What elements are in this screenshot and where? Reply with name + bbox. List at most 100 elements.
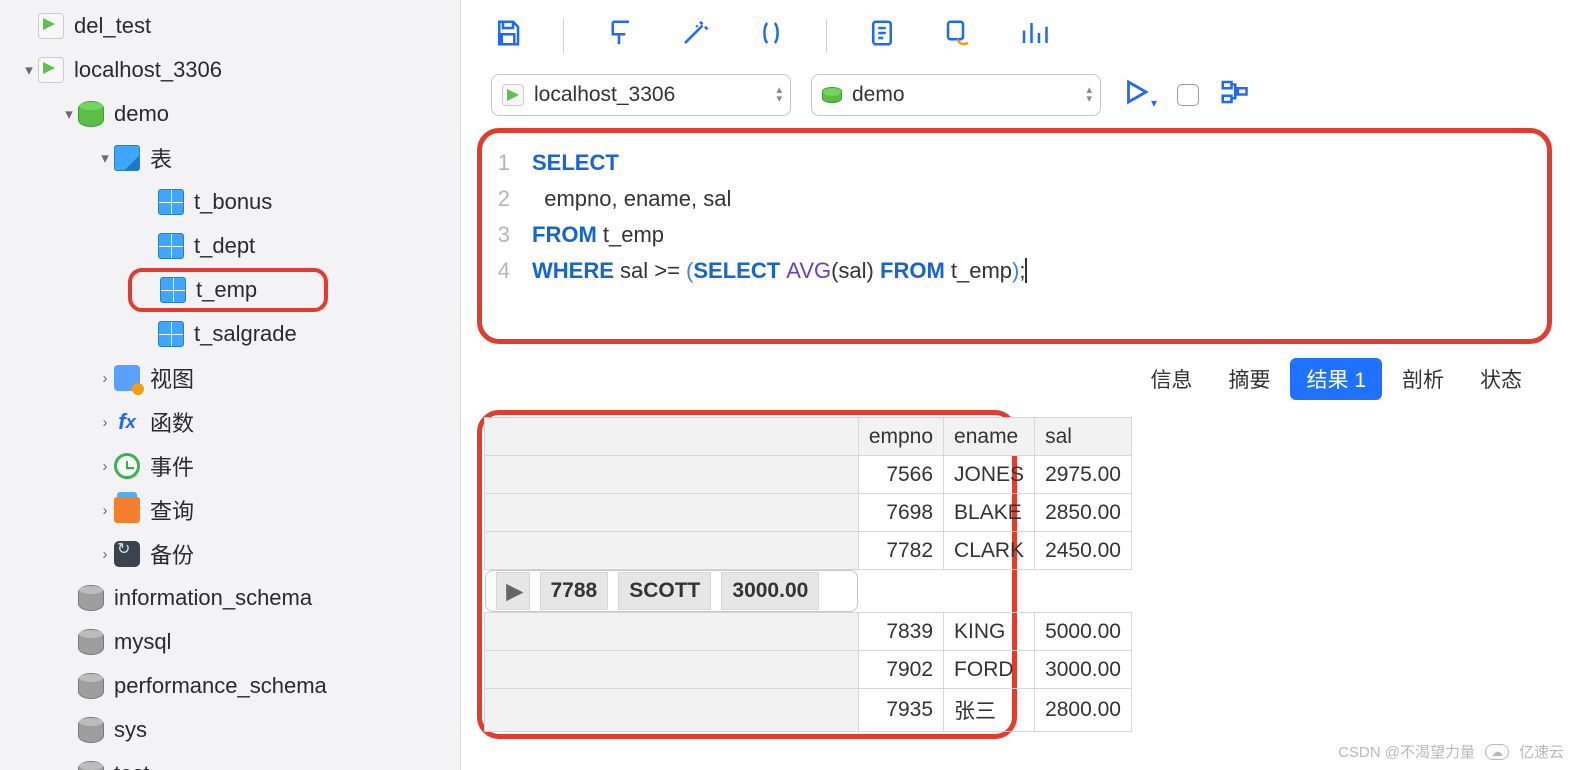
tree-item-events[interactable]: › 事件 [0,444,460,488]
tree-item-t_emp[interactable]: t_emp [128,268,328,312]
label: 查询 [150,494,194,526]
tree-item-views[interactable]: › 视图 [0,356,460,400]
table-icon [158,233,184,259]
label: test [114,761,149,770]
cell-sal[interactable]: 2975.00 [1035,456,1132,494]
main-panel: localhost_3306 ▴▾ demo ▴▾ ▾ 1SELECT 2 em… [460,0,1578,770]
tree-item-performance_schema[interactable]: performance_schema [0,664,460,708]
cell-empno[interactable]: 7935 [858,689,943,732]
cell-ename[interactable]: SCOTT [618,572,711,610]
sidebar: del_test ▾ localhost_3306 ▾ demo ▾ 表 t_b… [0,0,460,770]
tree-item-sys[interactable]: sys [0,708,460,752]
col-ename[interactable]: ename [944,418,1035,456]
result-grid: empno ename sal 7566JONES2975.007698BLAK… [477,410,1017,739]
cell-sal[interactable]: 5000.00 [1035,613,1132,651]
context-selectors: localhost_3306 ▴▾ demo ▴▾ ▾ [461,74,1578,122]
cell-empno[interactable]: 7698 [858,494,943,532]
cell-ename[interactable]: CLARK [944,532,1035,570]
table-row[interactable]: 7566JONES2975.00 [485,456,1132,494]
label: sys [114,717,147,743]
tab-profile[interactable]: 剖析 [1386,358,1460,400]
chevron-right-icon: › [96,458,114,475]
tree-item-del-test[interactable]: del_test [0,4,460,48]
format-icon[interactable] [604,18,634,54]
query-icon [114,497,140,523]
row-marker [485,494,859,532]
table-row[interactable]: 7935张三2800.00 [485,689,1132,732]
cell-ename[interactable]: BLAKE [944,494,1035,532]
tab-info[interactable]: 信息 [1134,358,1208,400]
tables-icon [114,145,140,171]
tree-item-t_bonus[interactable]: t_bonus [0,180,460,224]
separator [563,19,564,53]
col-sal[interactable]: sal [1035,418,1132,456]
label: del_test [74,13,151,39]
cell-empno[interactable]: 7782 [858,532,943,570]
table-icon [158,189,184,215]
run-button[interactable]: ▾ [1121,77,1157,113]
cell-empno[interactable]: 7902 [858,651,943,689]
tree-item-database[interactable]: ▾ demo [0,92,460,136]
cell-sal[interactable]: 2850.00 [1035,494,1132,532]
tree-item-queries[interactable]: › 查询 [0,488,460,532]
table-row[interactable]: 7839KING5000.00 [485,613,1132,651]
connection-icon [502,84,524,106]
header-row: empno ename sal [485,418,1132,456]
tree-item-connection[interactable]: ▾ localhost_3306 [0,48,460,92]
table-row[interactable]: 7698BLAKE2850.00 [485,494,1132,532]
label: t_dept [194,233,255,259]
magic-icon[interactable] [680,18,710,54]
tree-item-test[interactable]: test [0,752,460,770]
tree-item-tables[interactable]: ▾ 表 [0,136,460,180]
cell-sal[interactable]: 2450.00 [1035,532,1132,570]
database-selector[interactable]: demo ▴▾ [811,74,1101,116]
cell-sal[interactable]: 3000.00 [721,572,819,610]
chevron-right-icon: › [96,546,114,563]
table-row[interactable]: 7782CLARK2450.00 [485,532,1132,570]
export-icon[interactable] [943,18,973,54]
cell-ename[interactable]: JONES [944,456,1035,494]
col-empno[interactable]: empno [858,418,943,456]
database-icon [78,673,104,699]
row-marker [485,651,859,689]
cell-ename[interactable]: 张三 [944,689,1035,732]
label: 函数 [150,406,194,438]
cell-sal[interactable]: 3000.00 [1035,651,1132,689]
cell-sal[interactable]: 2800.00 [1035,689,1132,732]
copy-icon[interactable] [867,18,897,54]
cell-empno[interactable]: 7566 [858,456,943,494]
sql-editor[interactable]: 1SELECT 2 empno, ename, sal 3FROM t_emp … [477,128,1552,344]
save-icon[interactable] [493,18,523,54]
cell-ename[interactable]: FORD [944,651,1035,689]
connection-selector[interactable]: localhost_3306 ▴▾ [491,74,791,116]
parentheses-icon[interactable] [756,18,786,54]
tab-result[interactable]: 结果 1 [1290,358,1382,400]
cell-empno[interactable]: 7788 [540,572,609,610]
tab-status[interactable]: 状态 [1464,358,1538,400]
connection-icon [38,57,64,83]
label: t_bonus [194,189,272,215]
tree-item-mysql[interactable]: mysql [0,620,460,664]
tree-item-backups[interactable]: › 备份 [0,532,460,576]
tree-item-t_salgrade[interactable]: t_salgrade [0,312,460,356]
label: t_emp [196,277,257,303]
chevron-down-icon: ▾ [60,105,78,123]
explain-icon[interactable] [1219,77,1249,113]
tree-item-t_dept[interactable]: t_dept [0,224,460,268]
table-row[interactable]: 7902FORD3000.00 [485,651,1132,689]
database-icon [78,629,104,655]
stop-checkbox[interactable] [1177,84,1199,106]
database-icon [78,761,104,770]
table-row[interactable]: ▶7788SCOTT3000.00 [485,570,859,612]
tree-item-functions[interactable]: › fx 函数 [0,400,460,444]
chart-icon[interactable] [1019,18,1049,54]
stepper-icon: ▴▾ [1086,86,1092,104]
chevron-right-icon: › [96,502,114,519]
connection-icon [38,13,64,39]
cell-empno[interactable]: 7839 [858,613,943,651]
label: mysql [114,629,171,655]
tab-summary[interactable]: 摘要 [1212,358,1286,400]
tree-item-information_schema[interactable]: information_schema [0,576,460,620]
cell-ename[interactable]: KING [944,613,1035,651]
row-marker-header [485,418,859,456]
